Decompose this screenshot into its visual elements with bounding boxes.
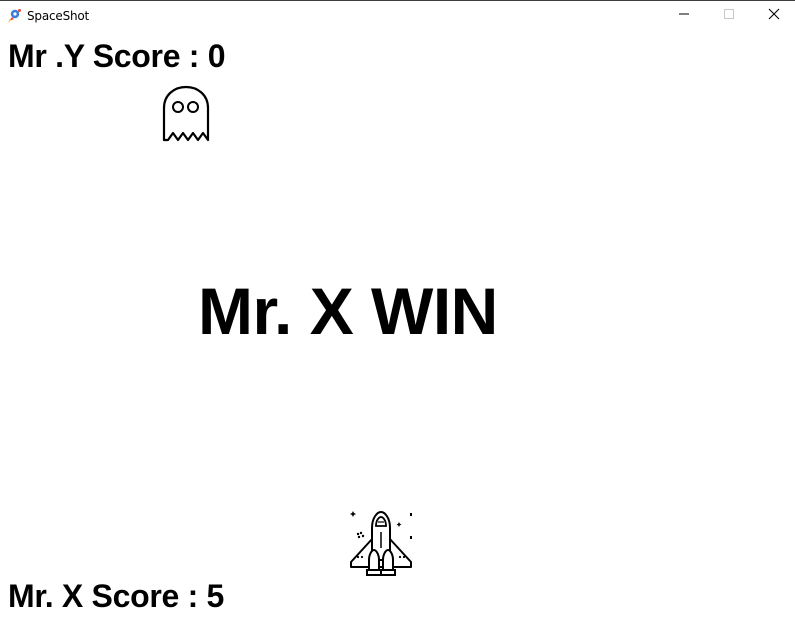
title-bar[interactable]: SpaceShot [0, 1, 795, 31]
maximize-button[interactable] [706, 1, 752, 31]
close-button[interactable] [751, 1, 795, 31]
spaceship-icon [345, 508, 417, 580]
minimize-icon [678, 7, 690, 25]
game-result-message: Mr. X WIN [198, 274, 498, 348]
ghost-icon [161, 85, 211, 143]
window-title: SpaceShot [27, 9, 90, 23]
player-x-score: Mr. X Score : 5 [8, 578, 225, 614]
rocket-icon [6, 8, 22, 24]
player-y-score: Mr .Y Score : 0 [8, 38, 226, 74]
game-window: SpaceShot Mr .Y Score : 0 Mr. X WIN Mr. … [0, 0, 795, 625]
close-icon [768, 7, 780, 25]
maximize-icon [723, 7, 735, 25]
minimize-button[interactable] [661, 1, 707, 31]
